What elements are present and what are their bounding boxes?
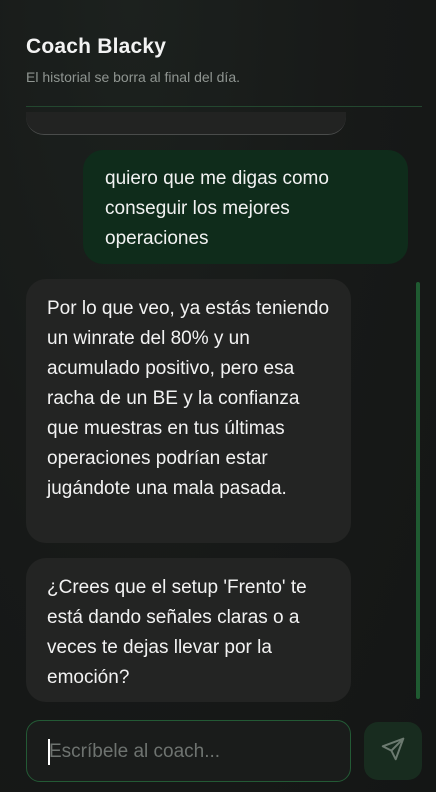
page-title: Coach Blacky	[26, 35, 167, 58]
message-list-scrollbar[interactable]	[416, 282, 420, 699]
coach-chat-app: Coach Blacky El historial se borra al fi…	[0, 0, 436, 792]
previous-message-bubble	[26, 112, 346, 135]
user-message: quiero que me digas como conseguir los m…	[83, 150, 408, 264]
text-caret	[48, 739, 50, 765]
send-icon	[380, 736, 406, 767]
message-input[interactable]	[47, 721, 341, 783]
chat-header: Coach Blacky El historial se borra al fi…	[26, 0, 422, 108]
history-notice: El historial se borra al final del día.	[26, 69, 240, 85]
header-divider	[26, 106, 422, 107]
assistant-message-text: Por lo que veo, ya estás teniendo un win…	[47, 298, 330, 499]
send-button[interactable]	[364, 722, 422, 780]
assistant-message: Por lo que veo, ya estás teniendo un win…	[26, 279, 351, 543]
message-list[interactable]: quiero que me digas como conseguir los m…	[26, 108, 422, 708]
assistant-message-text: ¿Crees que el setup 'Frento' te está dan…	[47, 577, 307, 688]
user-message-text: quiero que me digas como conseguir los m…	[105, 168, 329, 249]
assistant-message: ¿Crees que el setup 'Frento' te está dan…	[26, 558, 351, 702]
message-composer	[26, 720, 351, 783]
